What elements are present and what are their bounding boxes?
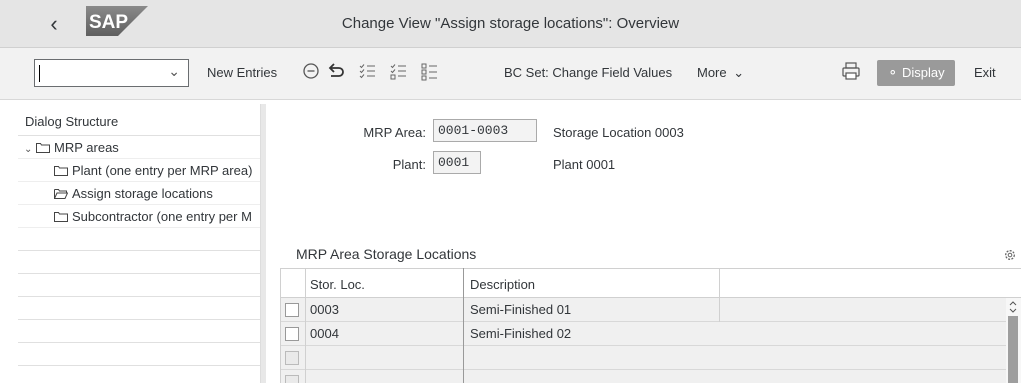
stor-loc-cell[interactable]: 0004 bbox=[310, 326, 339, 341]
bc-set-button[interactable]: BC Set: Change Field Values bbox=[504, 65, 672, 80]
tree-label: MRP areas bbox=[54, 140, 119, 155]
mrp-area-label: MRP Area: bbox=[363, 125, 426, 140]
command-field[interactable]: ⌄ bbox=[34, 59, 189, 87]
glasses-icon: ⚬︎ bbox=[887, 65, 899, 80]
tree-label: Plant (one entry per MRP area) bbox=[72, 163, 253, 178]
empty-row bbox=[18, 343, 260, 366]
undo-icon[interactable] bbox=[324, 59, 348, 83]
folder-open-icon bbox=[54, 189, 68, 199]
tree-label: Subcontractor (one entry per M bbox=[72, 209, 252, 224]
plant-label: Plant: bbox=[392, 157, 426, 172]
title-bar: ‹ SAP Change View "Assign storage locati… bbox=[0, 0, 1021, 48]
empty-row bbox=[18, 320, 260, 343]
empty-row bbox=[18, 251, 260, 274]
display-button[interactable]: ⚬︎ Display bbox=[877, 60, 955, 86]
chevron-down-icon: ⌄ bbox=[733, 65, 745, 80]
mrp-area-description: Storage Location 0003 bbox=[553, 125, 684, 140]
tree-node-assign-storage-locations[interactable]: Assign storage locations bbox=[18, 182, 260, 205]
column-divider bbox=[280, 268, 281, 383]
tree-node-mrp-areas[interactable]: ⌄ MRP areas bbox=[18, 136, 260, 159]
dialog-structure-panel: Dialog Structure ⌄ MRP areas Plant (one … bbox=[18, 104, 261, 383]
mrp-area-field[interactable]: 0001-0003 bbox=[433, 119, 537, 142]
column-header-description[interactable]: Description bbox=[470, 277, 535, 292]
column-divider bbox=[719, 268, 720, 322]
empty-row bbox=[18, 228, 260, 251]
tree-label: Assign storage locations bbox=[72, 186, 213, 201]
display-label: Display bbox=[901, 65, 945, 80]
description-cell[interactable]: Semi-Finished 01 bbox=[470, 302, 571, 317]
row-selector[interactable] bbox=[285, 375, 299, 383]
select-all-icon[interactable] bbox=[355, 59, 379, 83]
more-label: More bbox=[697, 65, 727, 80]
table-row[interactable] bbox=[280, 346, 1006, 370]
table-title: MRP Area Storage Locations bbox=[296, 246, 477, 262]
dialog-structure-heading: Dialog Structure bbox=[18, 104, 260, 136]
exit-button[interactable]: Exit bbox=[974, 65, 996, 80]
empty-row bbox=[18, 297, 260, 320]
column-header-stor-loc[interactable]: Stor. Loc. bbox=[310, 277, 365, 292]
table-row[interactable]: 0003 Semi-Finished 01 bbox=[280, 298, 1006, 322]
pane-splitter[interactable] bbox=[261, 104, 266, 383]
chevron-down-icon[interactable]: ⌄ bbox=[168, 63, 180, 80]
settings-icon[interactable] bbox=[1003, 248, 1017, 262]
plant-field[interactable]: 0001 bbox=[433, 151, 481, 174]
empty-row bbox=[18, 274, 260, 297]
empty-row bbox=[18, 366, 260, 383]
expand-icon[interactable]: ⌄ bbox=[24, 144, 32, 155]
description-cell[interactable]: Semi-Finished 02 bbox=[470, 326, 571, 341]
scrollbar-thumb[interactable] bbox=[1008, 316, 1018, 383]
vertical-scrollbar[interactable] bbox=[1006, 298, 1021, 383]
folder-icon bbox=[36, 143, 51, 153]
more-menu[interactable]: More ⌄ bbox=[697, 65, 744, 81]
table-row[interactable]: 0004 Semi-Finished 02 bbox=[280, 322, 1006, 346]
table-header: Stor. Loc. Description bbox=[280, 268, 1021, 298]
row-selector[interactable] bbox=[285, 303, 299, 317]
print-icon[interactable] bbox=[839, 59, 863, 83]
tree-node-plant[interactable]: Plant (one entry per MRP area) bbox=[18, 159, 260, 182]
scroll-arrows-icon[interactable] bbox=[1008, 300, 1018, 314]
row-selector[interactable] bbox=[285, 351, 299, 365]
table-row[interactable] bbox=[280, 370, 1006, 383]
select-block-icon[interactable] bbox=[417, 59, 441, 83]
text-caret bbox=[39, 65, 40, 82]
column-divider bbox=[305, 268, 306, 383]
tree-node-subcontractor[interactable]: Subcontractor (one entry per M bbox=[18, 205, 260, 228]
row-selector[interactable] bbox=[285, 327, 299, 341]
plant-description: Plant 0001 bbox=[553, 157, 616, 172]
page-title: Change View "Assign storage locations": … bbox=[341, 15, 680, 32]
folder-icon bbox=[54, 212, 68, 222]
toolbar: ⌄ New Entries BC Set: Change Field Value… bbox=[0, 48, 1021, 100]
new-entries-button[interactable]: New Entries bbox=[207, 65, 277, 80]
storage-locations-table: Stor. Loc. Description 0003 Semi-Finishe… bbox=[280, 268, 1021, 383]
minus-circle-icon[interactable] bbox=[299, 59, 323, 83]
column-divider bbox=[463, 268, 464, 383]
folder-icon bbox=[54, 166, 68, 176]
stor-loc-cell[interactable]: 0003 bbox=[310, 302, 339, 317]
deselect-all-icon[interactable] bbox=[386, 59, 410, 83]
